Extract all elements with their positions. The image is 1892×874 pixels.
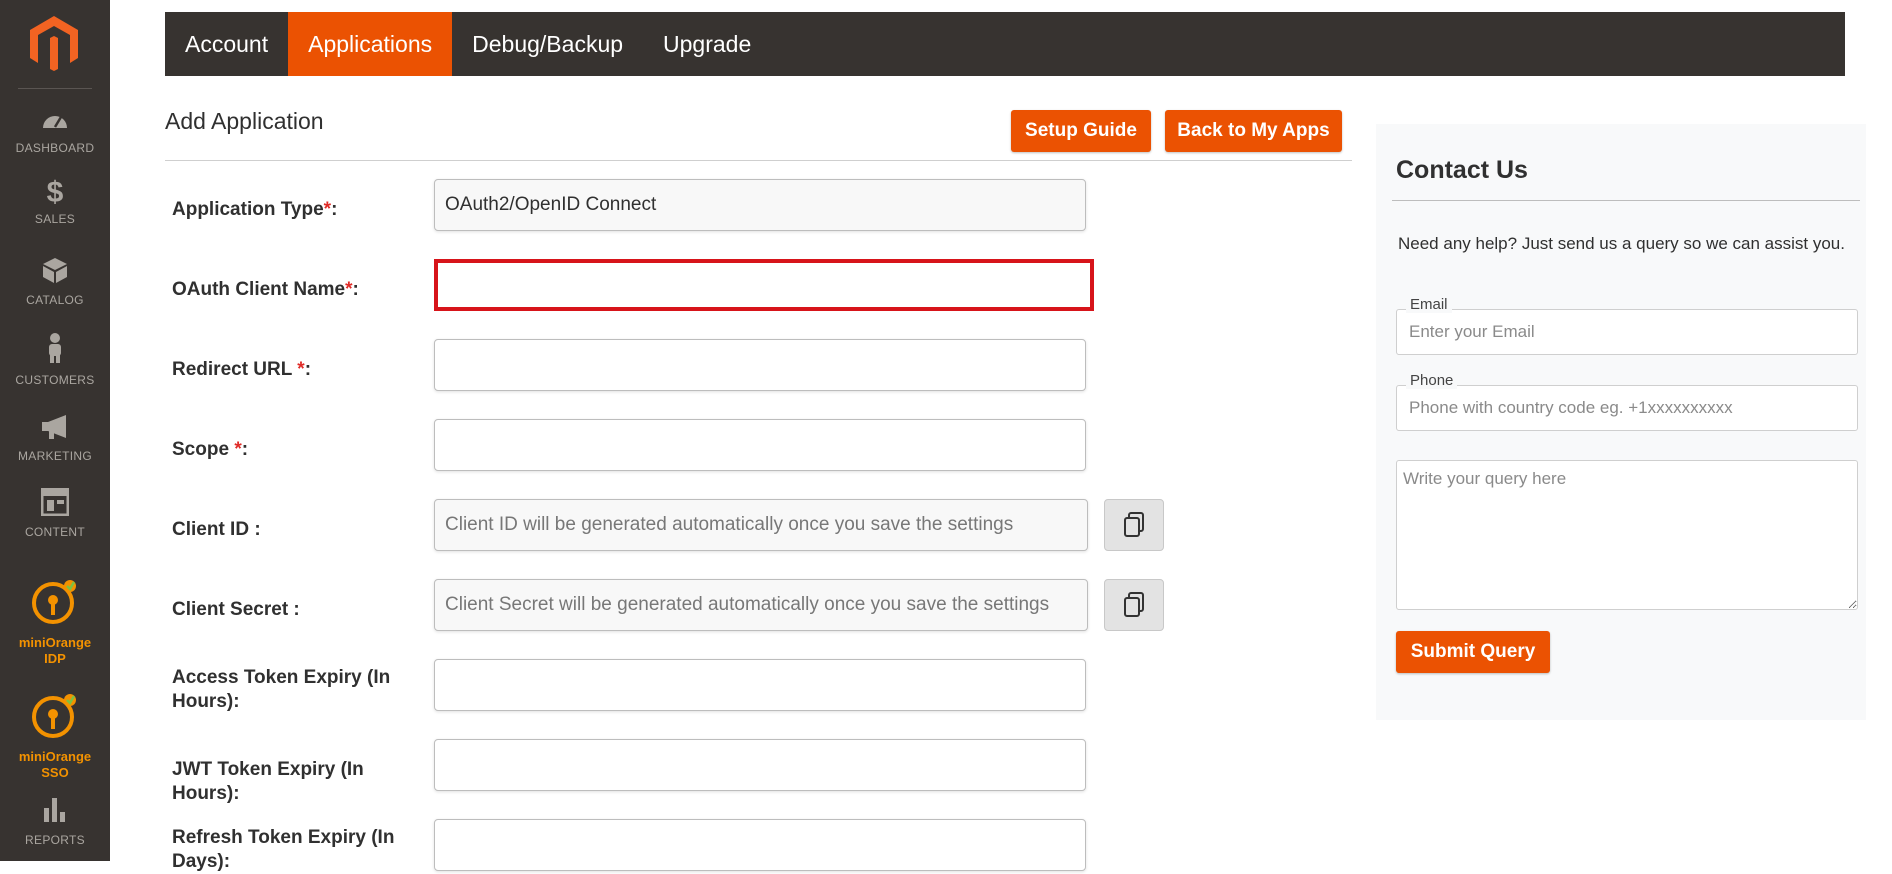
contact-title: Contact Us [1396,156,1528,184]
label-text: Application Type [172,199,324,220]
sidebar-item-label-line1: miniOrange [18,635,92,650]
contact-phone-input[interactable] [1396,385,1858,431]
sidebar-item-label: CATALOG [26,293,84,307]
contact-help-text: Need any help? Just send us a query so w… [1398,234,1845,253]
dollar-icon: $ [46,176,64,209]
setup-guide-button[interactable]: Setup Guide [1011,110,1151,152]
copy-icon [1124,512,1144,537]
miniorange-key-icon [0,692,110,745]
back-to-my-apps-button[interactable]: Back to My Apps [1165,110,1342,152]
sidebar-item-label: SALES [34,212,76,226]
sidebar-item-miniorange-idp[interactable]: miniOrange IDP [0,578,110,667]
sidebar-item-sales[interactable]: $ SALES [0,176,110,227]
top-tab-bar: Account Applications Debug/Backup Upgrad… [165,12,1845,76]
phone-field-label: Phone [1406,372,1458,389]
jwt-token-expiry-label: JWT Token Expiry (In Hours): [172,759,364,804]
sidebar-item-catalog[interactable]: CATALOG [0,256,110,307]
client-secret-input[interactable] [434,579,1088,631]
access-token-expiry-input[interactable] [434,659,1086,711]
sidebar-item-content[interactable]: CONTENT [0,487,110,539]
label-suffix: : [241,439,249,460]
sidebar-item-label-line2: SSO [41,765,69,780]
header-divider [165,160,1352,161]
dashboard-gauge-icon [0,108,110,137]
required-marker: * [323,199,332,220]
sidebar-item-label-line2: IDP [44,651,66,666]
sidebar-item-label: REPORTS [25,833,85,847]
redirect-url-input[interactable] [434,339,1086,391]
copy-client-secret-button[interactable] [1104,579,1164,631]
sidebar-item-label: MARKETING [17,449,93,463]
sidebar-divider [18,88,92,89]
required-marker: * [297,359,305,380]
sidebar-item-miniorange-sso[interactable]: miniOrange SSO [0,692,110,781]
email-field-label: Email [1406,296,1452,313]
person-icon [0,332,110,369]
oauth-client-name-label: OAuth Client Name*: [172,278,422,302]
sidebar-item-label-line1: miniOrange [18,749,92,764]
tab-upgrade[interactable]: Upgrade [643,12,771,76]
scope-input[interactable] [434,419,1086,471]
miniorange-key-icon [0,578,110,631]
sidebar-item-dashboard[interactable]: DASHBOARD [0,108,110,155]
contact-us-panel: Contact Us Need any help? Just send us a… [1376,124,1866,720]
application-type-label: Application Type*: [172,198,422,222]
label-suffix: : [352,279,359,300]
megaphone-icon [0,414,110,445]
oauth-client-name-input[interactable] [434,259,1094,311]
copy-client-id-button[interactable] [1104,499,1164,551]
tab-account[interactable]: Account [165,12,288,76]
sidebar-item-label: DASHBOARD [15,141,95,155]
access-token-expiry-label: Access Token Expiry (In Hours): [172,667,391,712]
client-secret-label: Client Secret : [172,599,300,620]
redirect-url-label: Redirect URL *: [172,358,422,382]
tab-debug-backup[interactable]: Debug/Backup [452,12,643,76]
required-marker: * [234,439,242,460]
client-id-input[interactable] [434,499,1088,551]
bar-chart-icon [0,796,110,829]
sidebar-item-marketing[interactable]: MARKETING [0,414,110,463]
required-marker: * [345,279,353,300]
application-type-field[interactable] [434,179,1086,231]
label-suffix: : [304,359,312,380]
label-text: Redirect URL [172,359,298,380]
refresh-token-expiry-input[interactable] [434,819,1086,871]
contact-email-input[interactable] [1396,309,1858,355]
sidebar-item-label: CONTENT [24,525,86,539]
sidebar-item-customers[interactable]: CUSTOMERS [0,332,110,387]
page-title: Add Application [165,108,324,134]
label-text: Scope [172,439,235,460]
client-id-label: Client ID : [172,519,261,540]
layout-icon [0,487,110,521]
label-suffix: : [331,199,338,220]
admin-sidebar: DASHBOARD $ SALES CATALOG CUSTOMERS MARK… [0,0,110,861]
tab-applications[interactable]: Applications [288,12,453,76]
magento-logo-icon[interactable] [28,14,80,72]
submit-query-button[interactable]: Submit Query [1396,631,1550,673]
jwt-token-expiry-input[interactable] [434,739,1086,791]
copy-icon [1124,592,1144,617]
label-text: OAuth Client Name [172,279,346,300]
scope-label: Scope *: [172,438,422,462]
box-icon [0,256,110,289]
contact-divider [1392,200,1860,201]
sidebar-item-reports[interactable]: REPORTS [0,796,110,847]
refresh-token-expiry-label: Refresh Token Expiry (In Days): [172,827,395,872]
sidebar-item-label: CUSTOMERS [15,373,95,387]
query-textarea[interactable] [1396,460,1858,610]
